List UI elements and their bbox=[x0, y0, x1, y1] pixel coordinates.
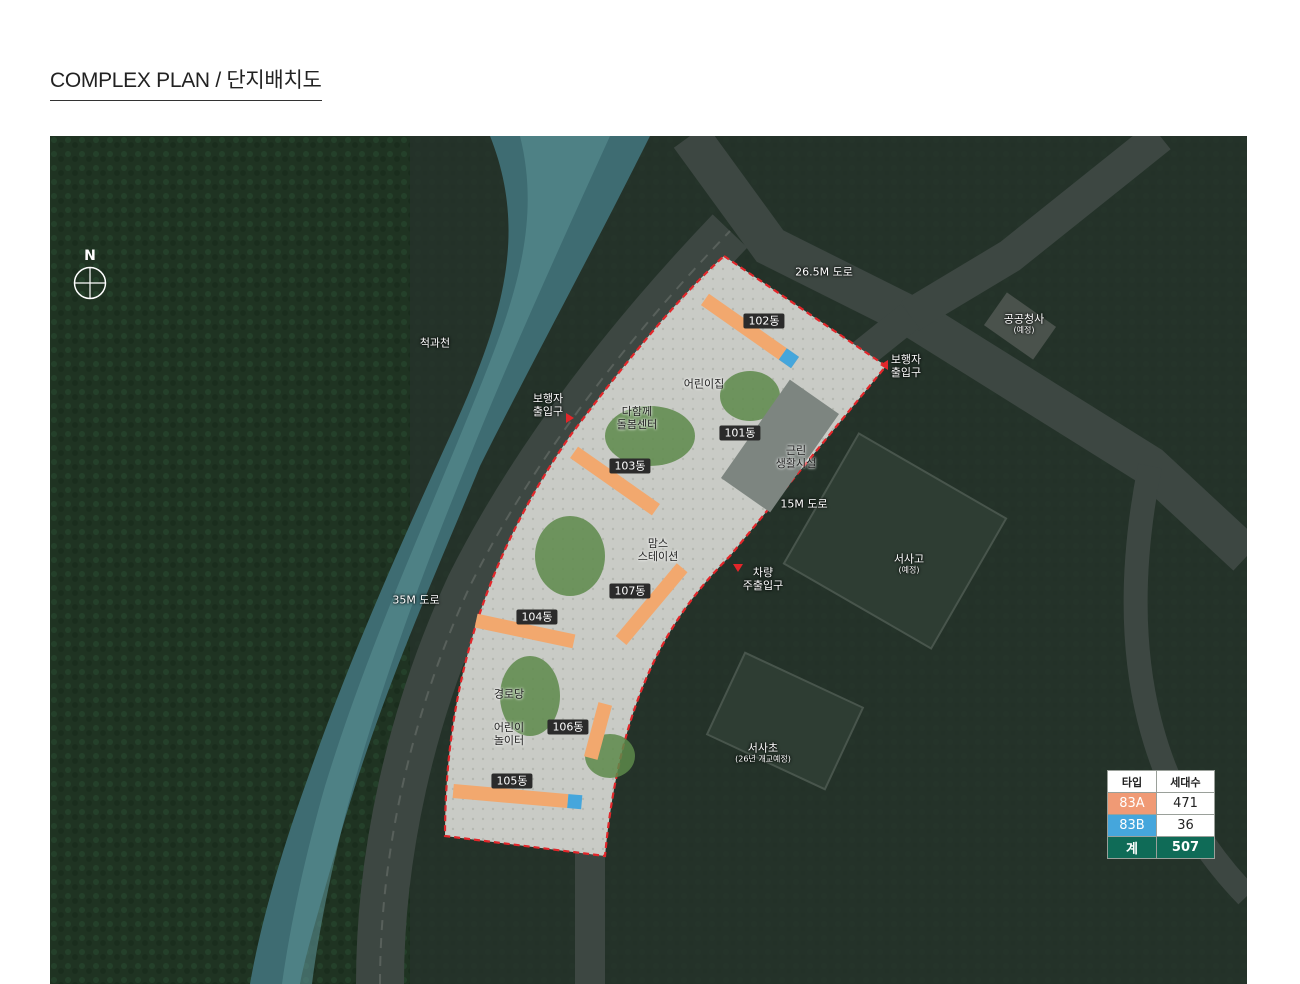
header-count: 세대수 bbox=[1155, 770, 1216, 793]
unit-type-table: 타입 세대수 83A 471 83B 36 계 507 bbox=[1107, 770, 1216, 859]
entrance-arrow-east-icon bbox=[880, 360, 888, 370]
entrance-arrow-vehicle-icon bbox=[733, 564, 743, 572]
header-type: 타입 bbox=[1107, 770, 1157, 793]
label-road-15m: 15M 도로 bbox=[780, 497, 828, 511]
total-count: 507 bbox=[1155, 836, 1216, 859]
total-label: 계 bbox=[1107, 836, 1157, 859]
table-row: 83B 36 bbox=[1107, 814, 1216, 837]
vehicle-main-entrance: 차량 주출입구 bbox=[742, 566, 784, 592]
label-public-office: 공공청사 (예정) bbox=[1003, 312, 1045, 335]
north-label: N bbox=[84, 248, 96, 264]
label-high-school: 서사고 (예정) bbox=[893, 552, 925, 575]
label-moms-station: 맘스 스테이션 bbox=[637, 537, 679, 563]
label-stream: 척과천 bbox=[419, 336, 451, 350]
building-101-tag[interactable]: 101동 bbox=[719, 425, 761, 441]
building-106-tag[interactable]: 106동 bbox=[547, 719, 589, 735]
type-83a-count: 471 bbox=[1155, 792, 1216, 815]
building-103-tag[interactable]: 103동 bbox=[609, 458, 651, 474]
label-road-26-5m: 26.5M 도로 bbox=[795, 265, 853, 279]
type-83b-cell: 83B bbox=[1107, 814, 1157, 837]
label-care-center: 다함께 돌봄센터 bbox=[616, 405, 658, 431]
north-compass: N bbox=[72, 248, 108, 304]
type-83a-cell: 83A bbox=[1107, 792, 1157, 815]
pedestrian-entrance-east: 보행자 출입구 bbox=[890, 353, 922, 379]
label-road-35m: 35M 도로 bbox=[392, 593, 440, 607]
building-102-tag[interactable]: 102동 bbox=[743, 313, 785, 329]
page-title: COMPLEX PLAN / 단지배치도 bbox=[50, 64, 322, 101]
table-row: 83A 471 bbox=[1107, 792, 1216, 815]
table-header-row: 타입 세대수 bbox=[1107, 770, 1216, 793]
table-total-row: 계 507 bbox=[1107, 836, 1216, 859]
label-playground: 어린이 놀이터 bbox=[493, 721, 525, 747]
type-83b-count: 36 bbox=[1155, 814, 1216, 837]
compass-icon bbox=[73, 266, 107, 300]
label-elementary-school: 서사초 (26년 개교예정) bbox=[735, 741, 791, 764]
pedestrian-entrance-west: 보행자 출입구 bbox=[532, 392, 564, 418]
site-plan-map: N 척과천 35M 도로 26.5M 도로 15M 도로 공공청사 (예정) 서… bbox=[50, 136, 1247, 984]
entrance-arrow-west-icon bbox=[566, 413, 574, 423]
building-105-tag[interactable]: 105동 bbox=[491, 773, 533, 789]
label-commercial: 근린 생활시설 bbox=[775, 444, 817, 470]
building-107-tag[interactable]: 107동 bbox=[609, 583, 651, 599]
building-104-tag[interactable]: 104동 bbox=[516, 609, 558, 625]
label-daycare: 어린이집 bbox=[683, 377, 725, 391]
label-senior-center: 경로당 bbox=[493, 687, 525, 701]
